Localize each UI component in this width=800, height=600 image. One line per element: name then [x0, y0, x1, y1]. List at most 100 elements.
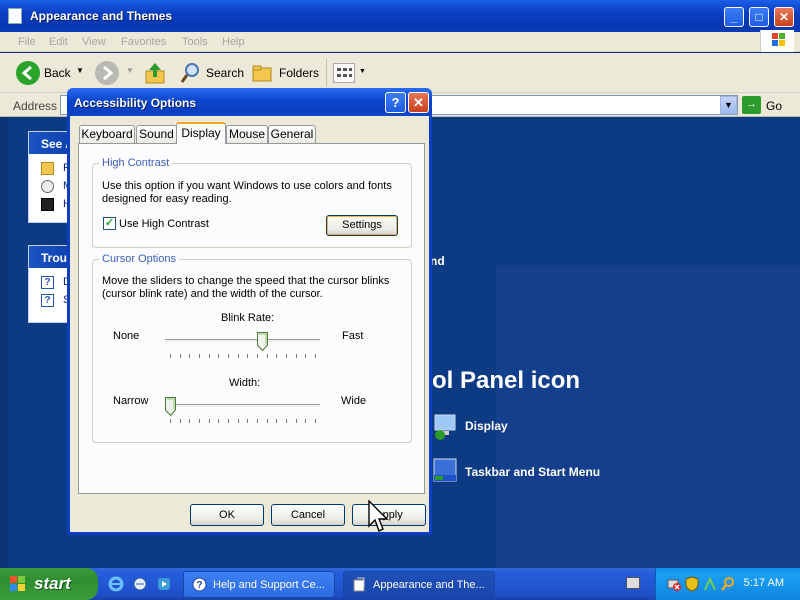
cursor-options-description-1: Move the sliders to change the speed tha…	[102, 275, 390, 287]
category-text-fragment: nd	[430, 254, 445, 268]
slider-tick	[257, 419, 258, 423]
slider-tick	[189, 354, 191, 358]
slider-tick	[305, 419, 307, 423]
network-warning-icon[interactable]	[666, 576, 682, 592]
accessibility-icon[interactable]	[703, 576, 717, 592]
use-high-contrast-checkbox[interactable]: ✓	[103, 217, 116, 230]
menu-view[interactable]: View	[82, 36, 106, 48]
cursor-options-group: Cursor Options Move the sliders to chang…	[92, 253, 412, 443]
dialog-titlebar[interactable]: Accessibility Options ? ✕	[67, 88, 432, 116]
slider-tick	[286, 354, 287, 358]
blink-rate-slider-thumb[interactable]	[257, 332, 269, 352]
cancel-button[interactable]: Cancel	[271, 504, 345, 526]
menu-favorites[interactable]: Favorites	[121, 36, 166, 48]
slider-tick	[199, 419, 200, 423]
menu-edit[interactable]: Edit	[49, 36, 68, 48]
cursor-options-description-2: (cursor blink rate) and the width of the…	[102, 288, 323, 300]
task-appearance-and-themes[interactable]: Appearance and The...	[343, 571, 495, 598]
security-shield-icon[interactable]	[685, 576, 699, 592]
slider-tick	[247, 354, 249, 358]
folders-icon[interactable]	[251, 62, 275, 84]
toolbar-separator	[326, 59, 327, 87]
maximize-button[interactable]: □	[749, 7, 769, 27]
close-button[interactable]: ✕	[774, 7, 794, 27]
menu-file[interactable]: File	[18, 36, 36, 48]
slider-tick	[170, 419, 171, 423]
start-button[interactable]: start	[0, 568, 98, 600]
search-button[interactable]: Search	[206, 66, 244, 80]
tab-mouse[interactable]: Mouse	[226, 125, 268, 143]
address-dropdown-icon[interactable]: ▼	[720, 96, 737, 114]
high-contrast-icon	[41, 198, 54, 211]
help-button[interactable]: ?	[385, 92, 406, 113]
search-icon[interactable]	[180, 61, 202, 85]
menu-help[interactable]: Help	[222, 36, 245, 48]
content-background-panel	[496, 265, 800, 568]
go-arrow-icon[interactable]: →	[742, 96, 761, 114]
slider-tick	[266, 419, 268, 423]
close-icon: ✕	[413, 95, 424, 110]
width-ticks	[170, 419, 316, 423]
high-contrast-description-1: Use this option if you want Windows to u…	[102, 180, 392, 192]
tab-keyboard[interactable]: Keyboard	[79, 125, 135, 143]
display-icon[interactable]	[430, 411, 460, 441]
slider-tick	[170, 354, 171, 358]
back-button[interactable]: Back	[44, 66, 71, 80]
high-contrast-settings-button[interactable]: Settings	[326, 215, 398, 236]
views-dropdown-icon[interactable]: ▼	[359, 68, 366, 75]
windows-logo-icon	[760, 30, 794, 52]
back-dropdown-icon[interactable]: ▼	[76, 66, 84, 75]
slider-tick	[295, 354, 297, 358]
go-button[interactable]: Go	[766, 99, 782, 113]
slider-tick	[179, 354, 181, 358]
slider-tick	[208, 419, 210, 423]
magnifier-icon[interactable]	[720, 576, 736, 592]
mouse-cursor-icon	[368, 499, 390, 534]
explorer-title: Appearance and Themes	[30, 9, 173, 23]
width-max-label: Wide	[341, 395, 367, 407]
task-help-and-support[interactable]: ? Help and Support Ce...	[183, 571, 335, 598]
forward-arrow-icon[interactable]	[95, 61, 119, 85]
cursor-options-group-title: Cursor Options	[99, 253, 179, 265]
help-question-icon: ?	[41, 276, 54, 289]
taskbar-start-menu-icon[interactable]	[430, 456, 460, 486]
task-label: Help and Support Ce...	[213, 579, 325, 591]
back-arrow-icon[interactable]	[16, 61, 40, 85]
slider-tick	[247, 419, 249, 423]
keyboard-icon[interactable]	[626, 577, 640, 589]
tab-general[interactable]: General	[268, 125, 316, 143]
media-player-icon[interactable]	[156, 576, 172, 592]
slider-tick	[257, 354, 258, 358]
display-link[interactable]: Display	[465, 419, 508, 433]
menu-bar: File Edit View Favorites Tools Help	[0, 32, 800, 52]
blink-rate-min-label: None	[113, 330, 140, 342]
width-slider-thumb[interactable]	[165, 397, 176, 417]
help-icon: ?	[391, 95, 400, 110]
clock[interactable]: 5:17 AM	[744, 577, 784, 589]
address-label: Address	[13, 99, 58, 113]
views-icon[interactable]	[333, 63, 355, 83]
fonts-folder-icon	[41, 162, 54, 175]
outlook-express-icon[interactable]	[132, 576, 148, 592]
use-high-contrast-label[interactable]: Use High Contrast	[119, 218, 209, 231]
tab-sound[interactable]: Sound	[136, 125, 177, 143]
ok-button[interactable]: OK	[190, 504, 264, 526]
explorer-titlebar[interactable]: Appearance and Themes _ □ ✕	[0, 0, 800, 32]
slider-tick	[218, 354, 220, 358]
taskbar-start-menu-link[interactable]: Taskbar and Start Menu	[465, 465, 600, 479]
slider-tick	[305, 354, 307, 358]
folder-window-icon	[352, 577, 367, 592]
up-folder-icon[interactable]	[144, 61, 166, 85]
blink-rate-slider-track[interactable]	[165, 339, 320, 343]
start-label: start	[34, 574, 71, 593]
forward-dropdown-icon[interactable]: ▼	[126, 66, 134, 75]
menu-tools[interactable]: Tools	[182, 36, 208, 48]
width-slider-track[interactable]	[165, 404, 320, 408]
minimize-button[interactable]: _	[724, 7, 744, 27]
folders-button[interactable]: Folders	[279, 66, 319, 80]
internet-explorer-icon[interactable]	[108, 576, 124, 592]
dialog-close-button[interactable]: ✕	[408, 92, 429, 113]
slider-tick	[218, 419, 220, 423]
task-label: Appearance and The...	[373, 579, 485, 591]
tab-display[interactable]: Display	[176, 122, 226, 144]
